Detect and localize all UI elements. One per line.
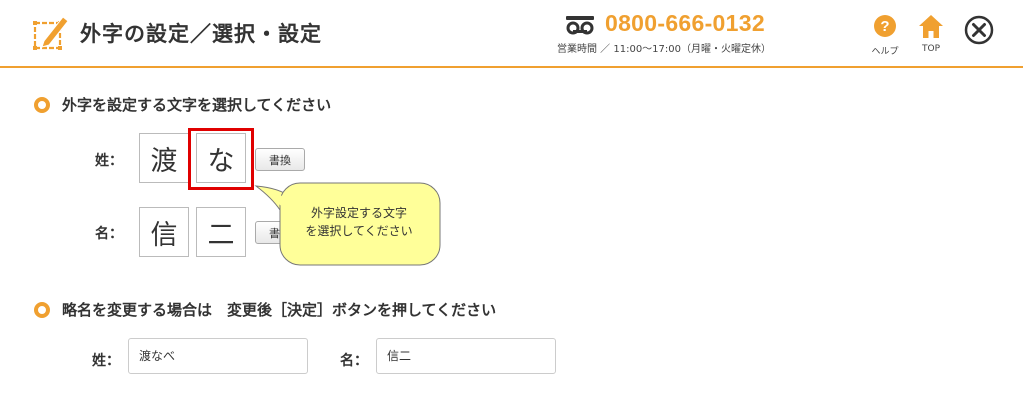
- tooltip-line: を選択してください: [305, 224, 413, 238]
- given-char-box[interactable]: 信: [139, 207, 189, 257]
- section-heading-text: 外字を設定する文字を選択してください: [62, 96, 332, 114]
- short-surname-input[interactable]: 渡なべ: [128, 338, 308, 374]
- given-char-box[interactable]: 二: [196, 207, 246, 257]
- bullet-icon: [34, 96, 50, 113]
- bullet-icon: [34, 301, 50, 318]
- section-heading-select-char: 外字を設定する文字を選択してください: [34, 94, 331, 115]
- tooltip-line: 外字設定する文字: [310, 206, 407, 220]
- surname-label: 姓：: [95, 153, 123, 169]
- svg-text:?: ?: [880, 18, 889, 35]
- short-given-name-label: 名：: [340, 353, 368, 369]
- top-label: TOP: [921, 44, 940, 54]
- freedial-icon: [566, 16, 594, 35]
- help-label: ヘルプ: [871, 47, 899, 57]
- header-bar: 外字の設定／選択・設定 0800-666-0132 営業時間 ／ 11:00～1…: [0, 0, 1023, 68]
- top-button[interactable]: TOP: [911, 14, 951, 58]
- tooltip-text: 外字設定する文字 を選択してください: [282, 204, 436, 240]
- given-name-label: 名：: [95, 226, 123, 242]
- home-icon: [919, 15, 943, 38]
- short-given-name-input[interactable]: 信二: [376, 338, 556, 374]
- phone-number: 0800-666-0132: [605, 10, 765, 36]
- surname-replace-button[interactable]: 書換: [255, 148, 305, 171]
- section-heading-text: 略名を変更する場合は 変更後［決定］ボタンを押してください: [62, 301, 497, 319]
- close-icon[interactable]: [963, 14, 995, 46]
- help-icon: ?: [874, 15, 896, 37]
- help-button[interactable]: ? ヘルプ: [865, 14, 905, 58]
- page-title: 外字の設定／選択・設定: [80, 22, 322, 46]
- business-hours: 営業時間 ／ 11:00～17:00（月曜・火曜定休）: [557, 44, 771, 55]
- section-heading-short-name: 略名を変更する場合は 変更後［決定］ボタンを押してください: [34, 299, 496, 320]
- edit-character-icon: [33, 16, 69, 50]
- contact-info: 0800-666-0132 営業時間 ／ 11:00～17:00（月曜・火曜定休…: [557, 10, 813, 60]
- surname-char-box[interactable]: 渡: [139, 133, 189, 183]
- surname-char-box[interactable]: な: [196, 133, 246, 183]
- short-surname-label: 姓：: [92, 353, 120, 369]
